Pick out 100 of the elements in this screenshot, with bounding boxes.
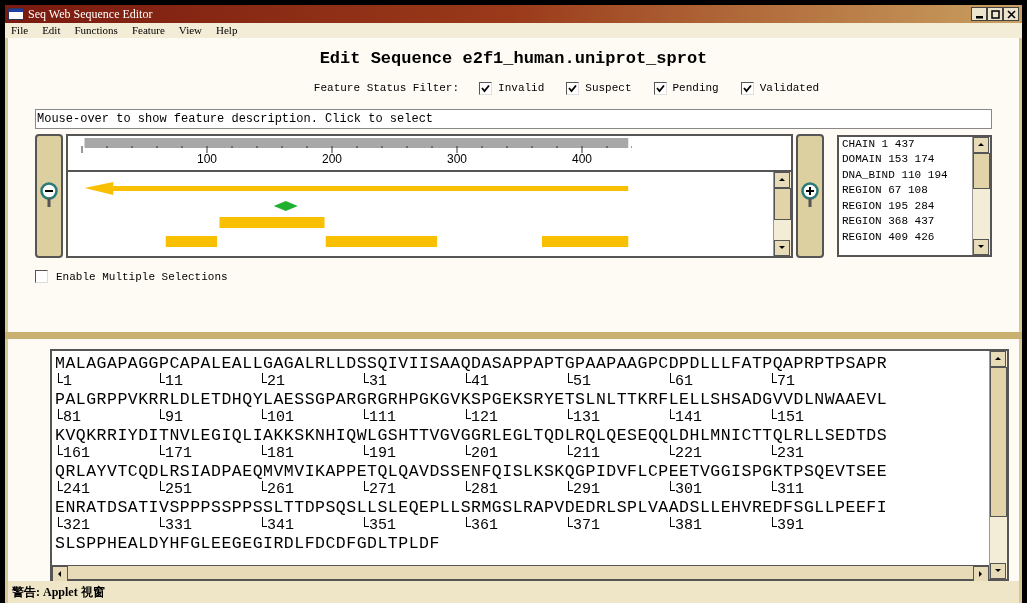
- position-number: 141: [675, 409, 702, 426]
- position-number: 241: [63, 481, 90, 498]
- feature-list-item[interactable]: DOMAIN 153 174: [842, 152, 972, 168]
- position-number: 391: [777, 517, 804, 534]
- scrollbar-thumb[interactable]: [990, 367, 1007, 517]
- feature-list-item[interactable]: REGION 368 437: [842, 214, 972, 230]
- checkbox-label: Pending: [672, 81, 719, 96]
- position-number: 341: [267, 517, 294, 534]
- position-marker-icon: [364, 373, 369, 383]
- position-number: 161: [63, 445, 90, 462]
- position-number: 311: [777, 481, 804, 498]
- ruler-label: 100: [197, 152, 217, 165]
- position-marker-icon: [568, 481, 573, 491]
- zoom-bar[interactable]: [796, 133, 824, 258]
- scroll-arrow-button[interactable]: [973, 566, 989, 582]
- horizontal-scrollbar[interactable]: [52, 565, 989, 579]
- scroll-arrow-button[interactable]: [973, 238, 989, 255]
- position-number: 281: [471, 481, 498, 498]
- position-marker-icon: [568, 409, 573, 419]
- menu-item[interactable]: View: [178, 22, 203, 39]
- position-marker-icon: [160, 517, 165, 527]
- vertical-scrollbar[interactable]: [773, 171, 791, 256]
- zoom-bar[interactable]: [35, 133, 63, 258]
- close-icon: [1006, 9, 1016, 19]
- position-number: 91: [165, 409, 183, 426]
- position-number: 261: [267, 481, 294, 498]
- position-marker-icon: [364, 409, 369, 419]
- position-marker-icon: [160, 409, 165, 419]
- feature-list-item[interactable]: REGION 195 284: [842, 198, 972, 214]
- position-marker-icon: [262, 409, 267, 419]
- checkbox[interactable]: [566, 81, 580, 95]
- position-number: 11: [165, 373, 183, 390]
- position-number: 271: [369, 481, 396, 498]
- feature-list-item[interactable]: REGION 67 108: [842, 183, 972, 199]
- maximize-button[interactable]: [987, 7, 1003, 21]
- minimize-button[interactable]: [971, 7, 987, 21]
- maximize-icon: [990, 9, 1000, 19]
- feature-list-item[interactable]: CHAIN 1 437: [842, 136, 972, 152]
- scroll-arrow-button[interactable]: [990, 351, 1006, 367]
- position-number: 31: [369, 373, 387, 390]
- ruler-label: 200: [322, 152, 342, 165]
- scroll-arrow-button[interactable]: [990, 563, 1006, 579]
- position-marker-icon: [670, 517, 675, 527]
- checkbox[interactable]: [35, 270, 48, 284]
- position-number: 191: [369, 445, 396, 462]
- position-number: 61: [675, 373, 693, 390]
- position-number: 211: [573, 445, 600, 462]
- position-marker-icon: [670, 409, 675, 419]
- position-number: 101: [267, 409, 294, 426]
- vertical-scrollbar[interactable]: [989, 351, 1007, 579]
- position-number: 321: [63, 517, 90, 534]
- position-number: 131: [573, 409, 600, 426]
- menu-item[interactable]: Edit: [42, 22, 61, 39]
- position-marker-icon: [670, 481, 675, 491]
- vertical-scrollbar[interactable]: [972, 136, 990, 255]
- position-number: 51: [573, 373, 591, 390]
- position-number: 111: [369, 409, 396, 426]
- position-marker-icon: [364, 445, 369, 455]
- sequence-line: ENRATDSATIVSPPPSSPPSSLTTDPSQSLLSLEQEPLLSRMGSLRAPVDEDRLSPLVAADSLLEHVREDFSGLLPEEFI: [55, 499, 889, 516]
- position-marker-icon: [466, 517, 471, 527]
- position-number: 121: [471, 409, 498, 426]
- position-marker-icon: [262, 373, 267, 383]
- position-marker-icon: [568, 373, 573, 383]
- position-number: 21: [267, 373, 285, 390]
- position-marker-icon: [364, 481, 369, 491]
- menu-item[interactable]: Help: [216, 22, 238, 39]
- menu-item[interactable]: Functions: [74, 22, 118, 39]
- position-marker-icon: [58, 481, 63, 491]
- position-marker-icon: [772, 409, 777, 419]
- menu-item[interactable]: Feature: [131, 22, 165, 39]
- position-number: 81: [63, 409, 81, 426]
- feature-list-item[interactable]: DNA_BIND 110 194: [842, 167, 972, 183]
- checkbox-label: Enable Multiple Selections: [56, 269, 228, 285]
- menu-item[interactable]: File: [11, 22, 29, 39]
- position-number: 201: [471, 445, 498, 462]
- scroll-arrow-button[interactable]: [973, 136, 989, 153]
- position-number: 221: [675, 445, 702, 462]
- check-icon: [568, 83, 578, 93]
- position-marker-icon: [58, 517, 63, 527]
- position-marker-icon: [772, 481, 777, 491]
- checkbox[interactable]: [479, 81, 493, 95]
- check-icon: [655, 83, 665, 93]
- position-marker-icon: [160, 373, 165, 383]
- close-button[interactable]: [1003, 7, 1019, 21]
- position-number: 331: [165, 517, 192, 534]
- position-marker-icon: [160, 445, 165, 455]
- checkbox[interactable]: [740, 81, 754, 95]
- position-number: 41: [471, 373, 489, 390]
- ruler-label: 300: [447, 152, 467, 165]
- sequence-line: SLSPPHEALDYHFGLEEGEGIRDLFDCDFGDLTPLDF: [55, 535, 441, 552]
- scroll-arrow-button[interactable]: [52, 566, 68, 582]
- checkbox[interactable]: [653, 81, 667, 95]
- position-marker-icon: [466, 481, 471, 491]
- position-number: 301: [675, 481, 702, 498]
- scrollbar-thumb[interactable]: [973, 152, 990, 189]
- checkbox-label: Invalid: [498, 81, 545, 96]
- feature-list-item[interactable]: REGION 409 426: [842, 229, 972, 245]
- scrollbar-thumb[interactable]: [774, 187, 791, 220]
- position-number: 351: [369, 517, 396, 534]
- scroll-arrow-button[interactable]: [774, 239, 790, 256]
